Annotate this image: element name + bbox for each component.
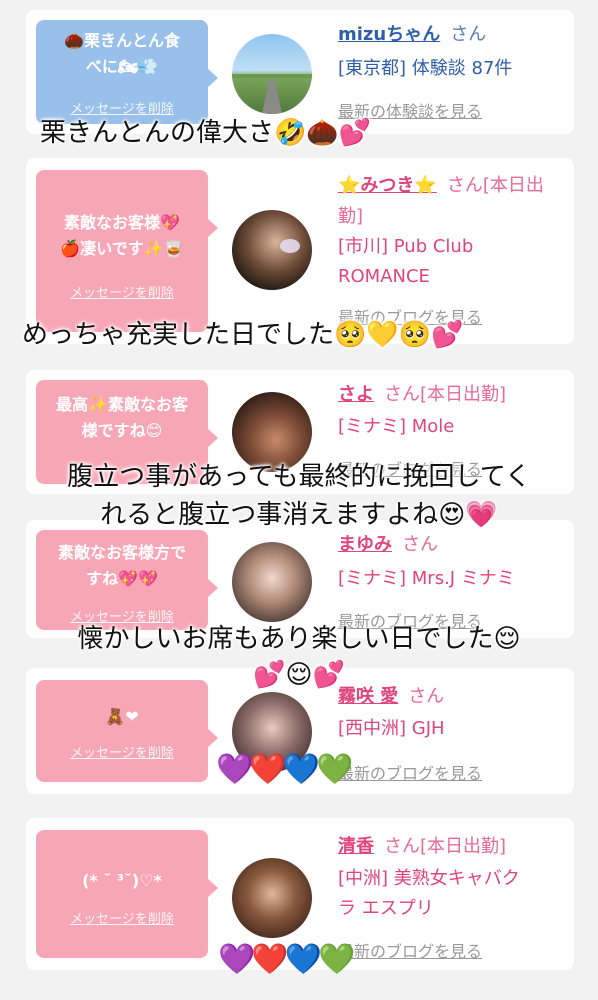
road-photo <box>232 74 312 114</box>
sender-name-row: mizuちゃん さん <box>338 20 564 49</box>
sender-name-row: 清香 さん[本日出勤] <box>338 832 564 861</box>
sender-area: [ミナミ] Mrs.J ミナミ <box>338 568 515 589</box>
sender-area: [東京都] 体験談 87件 <box>338 58 513 79</box>
message-text: 🌰栗きんとん食べに🏍💨 <box>64 31 180 76</box>
delete-message-link[interactable]: メッセージを削除 <box>70 282 174 301</box>
message-card-4: 素敵なお客様方ですね💖💖 メッセージを削除 まゆみ さん [ミナミ] Mrs.J … <box>26 520 574 638</box>
sender-name[interactable]: まゆみ <box>338 534 392 555</box>
sender-suffix: さん <box>450 24 487 45</box>
delete-message-link[interactable]: メッセージを削除 <box>70 908 174 927</box>
sender-name[interactable]: 清香 <box>338 836 374 857</box>
sender-suffix: さん[本日出勤] <box>384 836 507 857</box>
message-bubble: (* ˘ ³˘)♡* メッセージを削除 <box>36 830 218 958</box>
delete-message-link[interactable]: メッセージを削除 <box>70 98 174 117</box>
hearts-sticker-2: 💜❤️💙💚 <box>218 942 355 977</box>
butterfly-photo <box>280 239 300 253</box>
message-bubble: 🌰栗きんとん食べに🏍💨 メッセージを削除 <box>36 20 218 124</box>
sender-shop: ラ エスプリ <box>338 898 434 919</box>
caption-4b: 💕😌💕 <box>253 660 345 690</box>
message-card-2: 素敵なお客様💖🍎凄いです✨🥃 メッセージを削除 ⭐みつき⭐ さん[本日出勤] [市… <box>26 158 574 344</box>
message-text: (* ˘ ³˘)♡* <box>82 871 162 890</box>
sender-area: [ミナミ] Mole <box>338 416 455 437</box>
sender-area: [中洲] 美熟女キャバク <box>338 868 520 889</box>
sender-name[interactable]: mizuちゃん <box>338 24 440 45</box>
message-text: 素敵なお客様方ですね💖💖 <box>57 543 186 588</box>
avatar[interactable] <box>232 542 312 622</box>
sender-name-row: さよ さん[本日出勤] <box>338 380 564 409</box>
sender-area: [市川] Pub Club <box>338 236 474 257</box>
sender-suffix: さん <box>402 534 438 555</box>
caption-3a: 腹立つ事があっても最終的に挽回してく <box>67 462 531 492</box>
delete-message-link[interactable]: メッセージを削除 <box>70 742 174 761</box>
sender-suffix: さん[本日出勤] <box>384 384 507 405</box>
caption-3b: れると腹立つ事消えますよね😍💗 <box>100 500 498 530</box>
caption-4a: 懐かしいお席もあり楽しい日でした😌 <box>77 624 521 654</box>
avatar[interactable] <box>232 210 312 290</box>
sender-shop: ROMANCE <box>338 266 430 287</box>
avatar[interactable] <box>232 858 312 938</box>
caption-2: めっちゃ充実した日でした🥺💛🥺💕 <box>22 320 464 350</box>
message-bubble: 素敵なお客様💖🍎凄いです✨🥃 メッセージを削除 <box>36 170 218 332</box>
sender-name-row: ⭐みつき⭐ さん[本日出勤] <box>338 170 564 232</box>
message-text: 最高✨素敵なお客様ですね😊 <box>56 395 188 440</box>
latest-post-link[interactable]: 最新のブログを見る <box>338 938 482 962</box>
message-text: 🧸❤ <box>105 707 139 726</box>
message-bubble: 素敵なお客様方ですね💖💖 メッセージを削除 <box>36 530 218 630</box>
avatar[interactable] <box>232 34 312 114</box>
latest-post-link[interactable]: 最新のブログを見る <box>338 760 482 784</box>
caption-1: 栗きんとんの偉大さ🤣🌰💕 <box>40 118 372 148</box>
message-text: 素敵なお客様💖🍎凄いです✨🥃 <box>60 213 184 258</box>
sender-name[interactable]: ⭐みつき⭐ <box>338 175 437 196</box>
sender-name[interactable]: さよ <box>338 384 374 405</box>
hearts-sticker-1: 💜❤️💙💚 <box>216 752 353 787</box>
sender-name-row: まゆみ さん <box>338 530 564 559</box>
message-bubble: 🧸❤ メッセージを削除 <box>36 680 218 782</box>
sender-area: [西中洲] GJH <box>338 718 445 739</box>
